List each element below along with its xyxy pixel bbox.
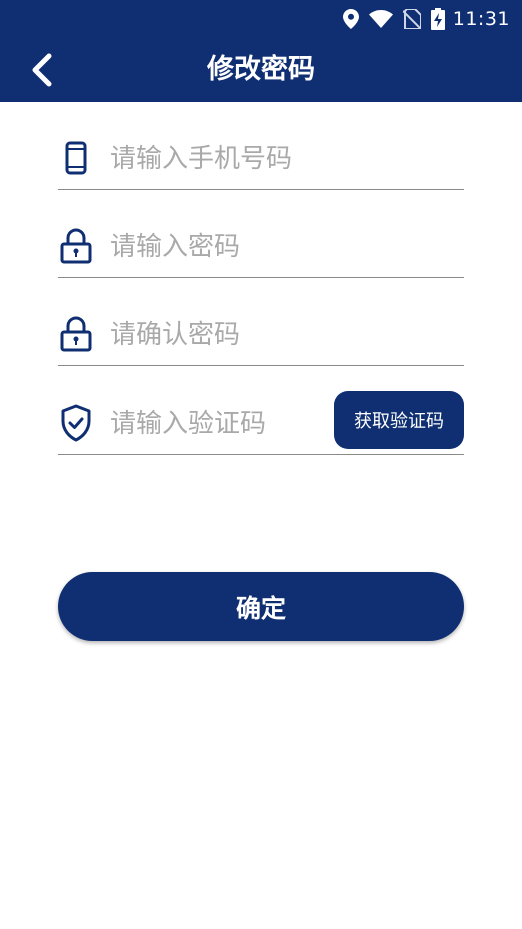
shield-check-icon: [58, 403, 94, 443]
battery-charging-icon: [430, 8, 445, 30]
wifi-icon: [368, 10, 393, 28]
confirm-button[interactable]: 确定: [58, 572, 464, 641]
phone-icon: [58, 138, 94, 178]
chevron-left-icon: [32, 53, 52, 87]
app-header: 11:31 修改密码: [0, 0, 522, 102]
page-title: 修改密码: [207, 54, 315, 85]
status-bar: 11:31: [0, 0, 522, 38]
back-button[interactable]: [22, 50, 62, 90]
nav-bar: 修改密码: [0, 38, 522, 102]
get-code-button[interactable]: 获取验证码: [334, 391, 464, 449]
verification-code-field: 获取验证码: [58, 391, 464, 455]
no-sim-icon: [402, 9, 421, 29]
phone-field: [58, 130, 464, 190]
lock-icon: [58, 226, 94, 266]
phone-input[interactable]: [110, 136, 340, 182]
confirm-password-field: [58, 306, 464, 366]
password-field: [58, 218, 464, 278]
confirm-password-input[interactable]: [110, 312, 340, 358]
password-input[interactable]: [110, 224, 340, 270]
location-icon: [342, 9, 359, 29]
verification-code-input[interactable]: [110, 401, 340, 447]
lock-icon: [58, 314, 94, 354]
clock-time: 11:31: [452, 8, 510, 30]
